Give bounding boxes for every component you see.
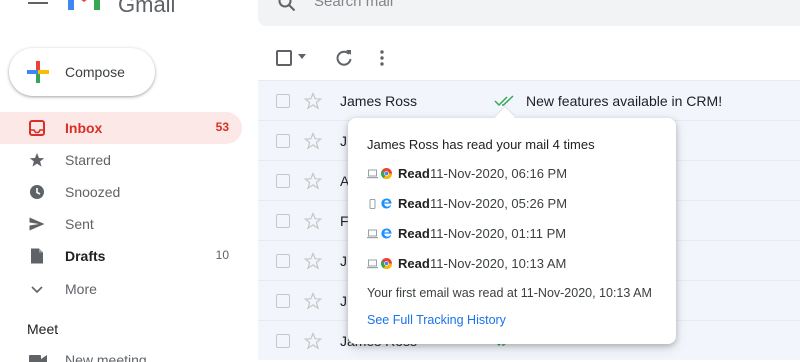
clock-icon: [30, 185, 44, 199]
double-check-read-icon[interactable]: [494, 94, 520, 108]
new-meeting-item[interactable]: New meeting: [29, 352, 269, 362]
main-menu-icon[interactable]: [28, 0, 48, 4]
sidebar-item-label: More: [65, 281, 97, 297]
read-time: 11-Nov-2020, 10:13 AM: [430, 256, 567, 271]
chevron-down-icon: [31, 286, 43, 294]
edge-icon: [381, 198, 392, 209]
top-bar: Gmail: [0, 0, 800, 30]
read-event-row: Read 11-Nov-2020, 05:26 PM: [367, 196, 667, 214]
mail-checkbox[interactable]: [276, 254, 290, 268]
new-meeting-label: New meeting: [65, 352, 147, 362]
sidebar-item-label: Sent: [65, 216, 94, 232]
mail-toolbar: [258, 40, 800, 76]
mail-sender: J: [340, 253, 347, 269]
sidebar-item-snoozed[interactable]: Snoozed: [0, 176, 242, 208]
chrome-icon: [381, 168, 392, 179]
mail-checkbox[interactable]: [276, 294, 290, 308]
star-outline-icon[interactable]: [304, 92, 322, 110]
sidebar-item-inbox[interactable]: Inbox 53: [0, 112, 242, 144]
sidebar-item-starred[interactable]: Starred: [0, 144, 242, 176]
gmail-logo[interactable]: [66, 0, 102, 12]
read-time: 11-Nov-2020, 05:26 PM: [430, 196, 568, 211]
star-icon: [29, 153, 45, 167]
read-time: 11-Nov-2020, 06:16 PM: [430, 166, 568, 181]
compose-label: Compose: [65, 64, 125, 80]
star-outline-icon[interactable]: [304, 292, 322, 310]
draft-icon: [31, 248, 43, 264]
inbox-icon: [29, 120, 45, 136]
full-tracking-history-link[interactable]: See Full Tracking History: [367, 313, 506, 327]
laptop-icon: [367, 259, 378, 269]
read-label: Read: [398, 166, 430, 181]
mail-row[interactable]: James Ross New features available in CRM…: [258, 80, 800, 120]
read-time: 11-Nov-2020, 01:11 PM: [430, 226, 567, 241]
more-options-icon[interactable]: [376, 48, 388, 68]
star-outline-icon[interactable]: [304, 332, 322, 350]
star-outline-icon[interactable]: [304, 212, 322, 230]
select-options-caret-icon[interactable]: [298, 54, 306, 59]
chrome-icon: [381, 258, 392, 269]
mail-subject: New features available in CRM!: [526, 93, 723, 109]
star-outline-icon[interactable]: [304, 132, 322, 150]
read-event-row: Read 11-Nov-2020, 10:13 AM: [367, 256, 667, 274]
read-tracking-popover: James Ross has read your mail 4 times Re…: [348, 118, 676, 344]
read-event-row: Read 11-Nov-2020, 06:16 PM: [367, 166, 667, 184]
sidebar-item-sent[interactable]: Sent: [0, 208, 242, 240]
mobile-icon: [369, 199, 376, 209]
mail-sender: J: [340, 293, 347, 309]
plus-icon: [27, 61, 49, 83]
mail-sender: J: [340, 133, 347, 149]
compose-button[interactable]: Compose: [9, 48, 155, 96]
mail-checkbox[interactable]: [276, 174, 290, 188]
app-name: Gmail: [118, 0, 176, 17]
send-icon: [29, 217, 45, 231]
sidebar-item-label: Starred: [65, 152, 111, 168]
sidebar-item-drafts[interactable]: Drafts 10: [0, 240, 242, 272]
mail-checkbox[interactable]: [276, 134, 290, 148]
edge-icon: [381, 228, 392, 239]
star-outline-icon[interactable]: [304, 172, 322, 190]
laptop-icon: [367, 229, 378, 239]
sidebar-item-label: Inbox: [65, 120, 103, 136]
video-camera-icon: [29, 355, 47, 362]
read-label: Read: [398, 226, 430, 241]
search-icon[interactable]: [278, 0, 296, 12]
unread-count: 53: [215, 120, 229, 134]
mail-checkbox[interactable]: [276, 334, 290, 348]
laptop-icon: [367, 169, 378, 179]
read-label: Read: [398, 196, 430, 211]
sidebar-item-label: Drafts: [65, 248, 106, 264]
refresh-icon[interactable]: [334, 48, 354, 68]
select-all-checkbox[interactable]: [276, 50, 292, 66]
search-input[interactable]: [314, 0, 614, 11]
star-outline-icon[interactable]: [304, 252, 322, 270]
meet-heading: Meet: [27, 321, 59, 337]
sidebar-item-more[interactable]: More: [0, 273, 242, 305]
mail-checkbox[interactable]: [276, 214, 290, 228]
mail-sender: James Ross: [340, 93, 418, 109]
draft-count: 10: [215, 248, 229, 262]
first-read-text: Your first email was read at 11-Nov-2020…: [367, 286, 652, 300]
popover-title: James Ross has read your mail 4 times: [367, 137, 595, 152]
read-event-row: Read 11-Nov-2020, 01:11 PM: [367, 226, 667, 244]
mail-checkbox[interactable]: [276, 94, 290, 108]
sidebar-item-label: Snoozed: [65, 184, 121, 200]
read-label: Read: [398, 256, 430, 271]
